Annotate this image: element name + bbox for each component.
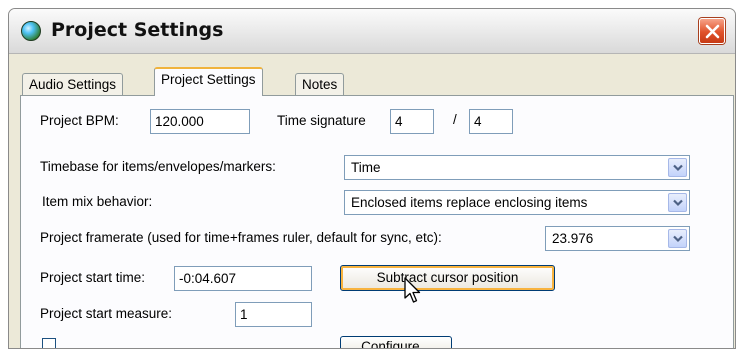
framerate-selected-value: 23.976 — [552, 231, 594, 246]
start-time-label: Project start time: — [40, 270, 146, 285]
app-logo-icon — [21, 21, 41, 41]
chevron-down-icon — [673, 164, 683, 172]
chevron-down-icon — [673, 199, 683, 207]
timebase-select[interactable]: Time — [344, 155, 690, 180]
title-bar[interactable]: Project Settings — [9, 9, 735, 54]
item-mix-label: Item mix behavior: — [42, 194, 153, 209]
time-signature-numerator-field[interactable]: 4 — [390, 109, 434, 134]
project-settings-window: Project Settings Audio Settings Project … — [8, 8, 736, 349]
start-measure-label: Project start measure: — [40, 306, 173, 321]
tab-audio-settings[interactable]: Audio Settings — [22, 73, 124, 95]
timebase-dropdown-button[interactable] — [668, 158, 687, 177]
subtract-cursor-position-button[interactable]: Subtract cursor position — [340, 265, 555, 291]
mouse-pointer-icon — [404, 277, 421, 303]
close-icon — [705, 24, 720, 39]
item-mix-selected-value: Enclosed items replace enclosing items — [351, 195, 588, 210]
time-signature-denominator-field[interactable]: 4 — [469, 109, 513, 134]
close-button[interactable] — [699, 18, 725, 44]
framerate-select[interactable]: 23.976 — [545, 226, 690, 251]
time-signature-label: Time signature — [277, 113, 366, 128]
item-mix-dropdown-button[interactable] — [668, 193, 687, 212]
partial-checkbox[interactable] — [42, 338, 56, 348]
bpm-field[interactable]: 120.000 — [150, 109, 250, 134]
tab-notes[interactable]: Notes — [295, 73, 345, 95]
configure-button[interactable]: Configure... — [340, 336, 452, 348]
start-time-field[interactable]: -0:04.607 — [174, 266, 312, 291]
start-measure-field[interactable]: 1 — [235, 302, 312, 327]
chevron-down-icon — [673, 235, 683, 243]
tab-project-settings[interactable]: Project Settings — [154, 67, 263, 96]
item-mix-select[interactable]: Enclosed items replace enclosing items — [344, 190, 690, 215]
window-title: Project Settings — [51, 19, 224, 41]
framerate-dropdown-button[interactable] — [668, 229, 687, 248]
framerate-label: Project framerate (used for time+frames … — [40, 230, 442, 245]
time-signature-separator: / — [453, 112, 457, 127]
timebase-selected-value: Time — [351, 160, 381, 175]
timebase-label: Timebase for items/envelopes/markers: — [40, 159, 276, 174]
bpm-label: Project BPM: — [40, 113, 119, 128]
